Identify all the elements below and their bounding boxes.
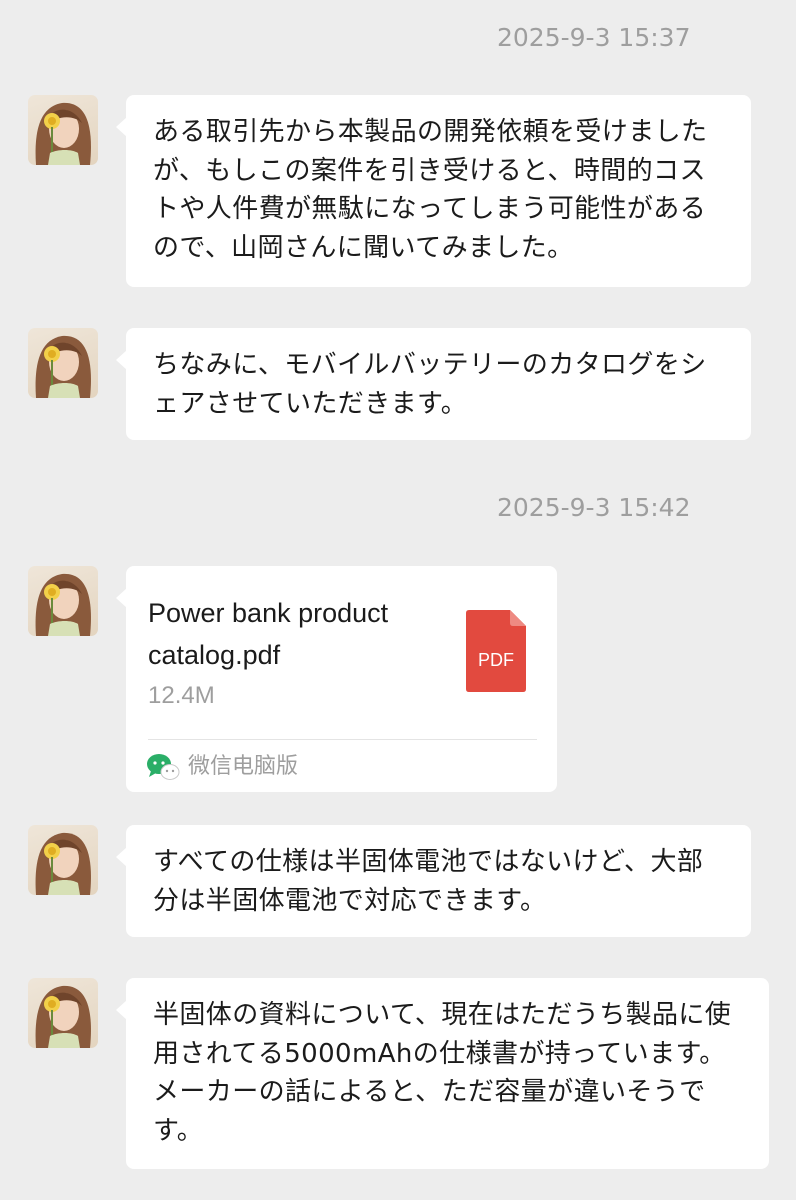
message-bubble[interactable]: ある取引先から本製品の開発依頼を受けましたが、もしこの案件を引き受けると、時間的… xyxy=(116,95,751,287)
avatar-portrait-image xyxy=(35,573,91,636)
timestamp-text: 2025-9-3 15:37 xyxy=(497,23,691,52)
avatar-portrait-image xyxy=(35,832,91,895)
contact-avatar[interactable] xyxy=(28,825,98,895)
file-message-card[interactable]: Power bank product catalog.pdf 12.4M PDF… xyxy=(116,566,557,792)
message-text: ある取引先から本製品の開発依頼を受けましたが、もしこの案件を引き受けると、時間的… xyxy=(153,117,708,263)
message-text: ちなみに、モバイルバッテリーのカタログをシェアさせていただきます。 xyxy=(153,350,707,419)
contact-avatar[interactable] xyxy=(28,978,98,1048)
message-bubble[interactable]: すべての仕様は半固体電池ではないけど、大部分は半固体電池で対応できます。 xyxy=(116,825,751,937)
message-bubble[interactable]: ちなみに、モバイルバッテリーのカタログをシェアさせていただきます。 xyxy=(116,328,751,440)
timestamp-text: 2025-9-3 15:42 xyxy=(497,493,691,522)
message-bubble[interactable]: 半固体の資料について、現在はただうち製品に使用されてる5000mAhの仕様書が持… xyxy=(116,978,769,1169)
avatar-portrait-image xyxy=(35,335,91,398)
wechat-icon xyxy=(147,754,180,780)
divider xyxy=(148,739,537,740)
file-size: 12.4M xyxy=(148,682,215,709)
pdf-file-icon: PDF xyxy=(466,610,526,692)
file-name: Power bank product catalog.pdf xyxy=(148,598,389,670)
file-source-label: 微信电脑版 xyxy=(188,754,299,779)
contact-avatar[interactable] xyxy=(28,566,98,636)
message-text: すべての仕様は半固体電池ではないけど、大部分は半固体電池で対応できます。 xyxy=(153,847,704,916)
contact-avatar[interactable] xyxy=(28,328,98,398)
contact-avatar[interactable] xyxy=(28,95,98,165)
pdf-icon-label: PDF xyxy=(478,650,514,670)
avatar-portrait-image xyxy=(35,102,91,165)
avatar-portrait-image xyxy=(35,985,91,1048)
message-text: 半固体の資料について、現在はただうち製品に使用されてる5000mAhの仕様書が持… xyxy=(153,1000,732,1146)
